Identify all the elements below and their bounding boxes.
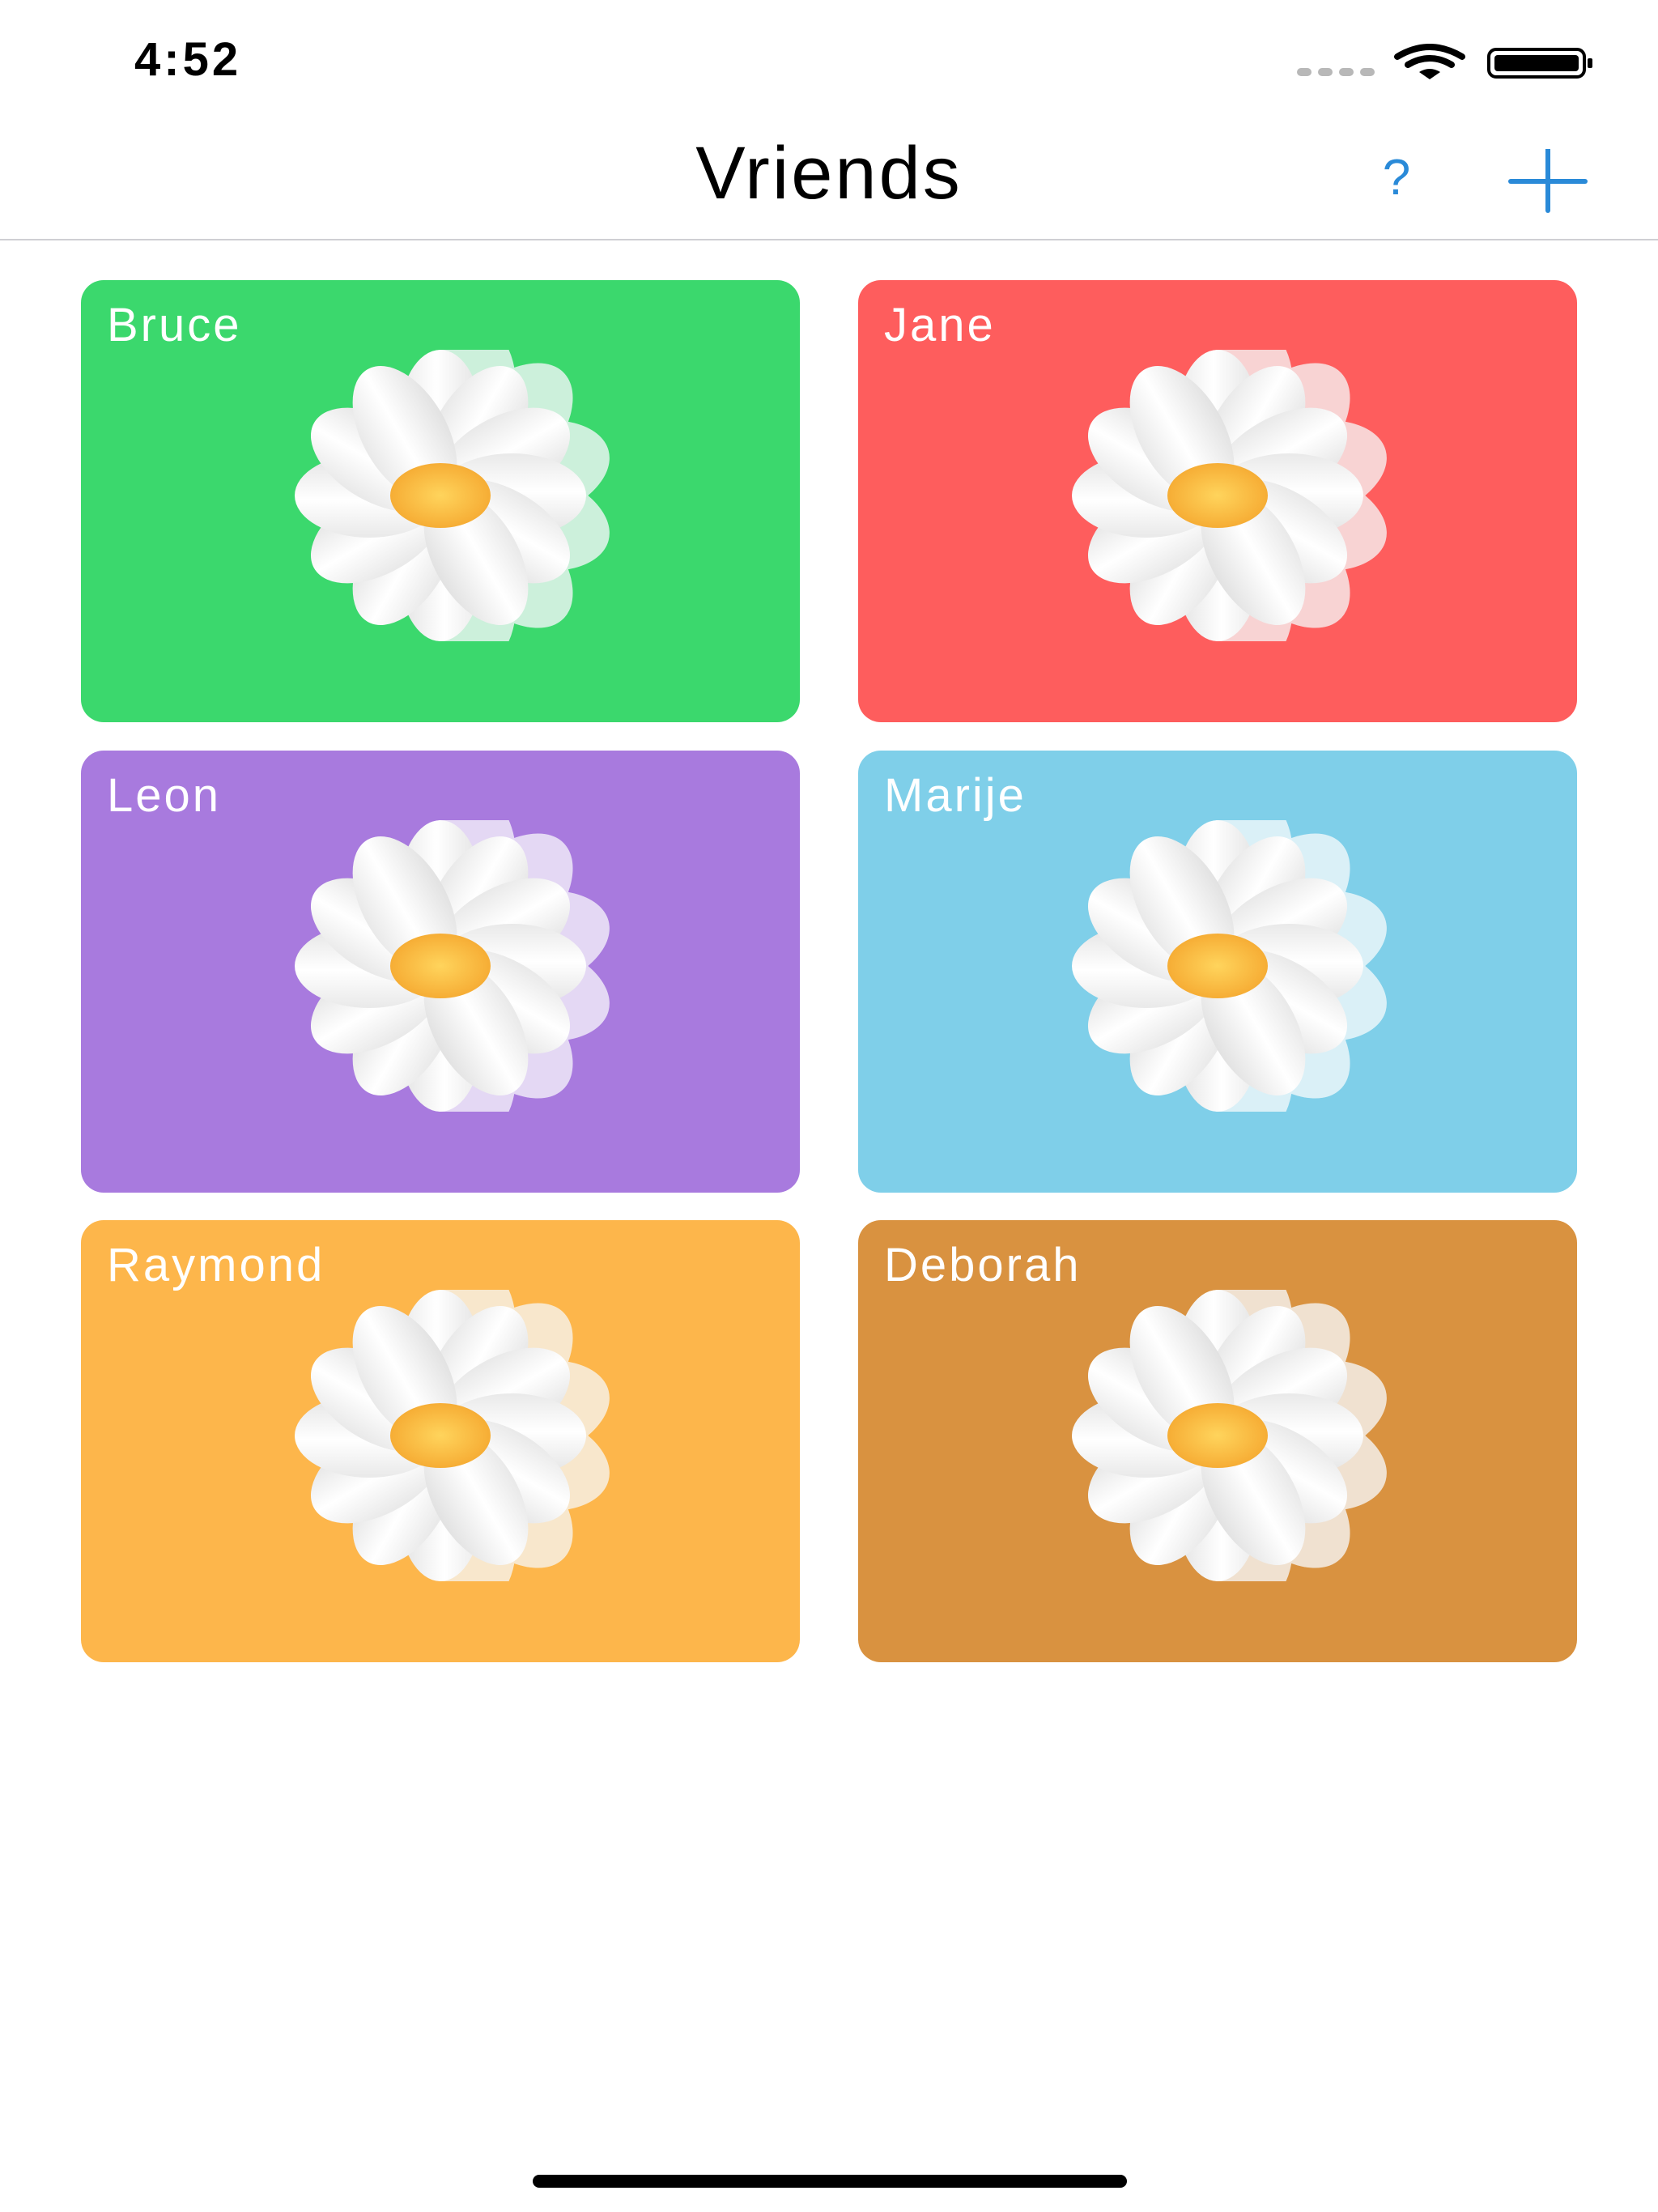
- daisy-icon: [1072, 350, 1387, 641]
- friend-card[interactable]: Marije: [858, 751, 1577, 1193]
- daisy-center: [390, 934, 491, 998]
- navigation-bar: Vriends ?: [0, 113, 1658, 240]
- friend-card[interactable]: Raymond: [81, 1220, 800, 1662]
- daisy-center: [1167, 1403, 1268, 1468]
- friend-card[interactable]: Bruce: [81, 280, 800, 722]
- help-button[interactable]: ?: [1368, 146, 1425, 211]
- daisy-icon: [295, 1290, 610, 1581]
- plus-icon: [1508, 149, 1588, 213]
- home-indicator: [533, 2175, 1127, 2188]
- friend-name: Raymond: [107, 1239, 325, 1291]
- wifi-icon: [1394, 44, 1465, 79]
- daisy-icon: [295, 820, 610, 1112]
- daisy-center: [390, 1403, 491, 1468]
- status-bar: 4:52: [0, 0, 1658, 113]
- daisy-center: [1167, 934, 1268, 998]
- battery-icon: [1487, 48, 1592, 79]
- add-button[interactable]: [1507, 149, 1588, 214]
- friend-card[interactable]: Leon: [81, 751, 800, 1193]
- friend-name: Leon: [107, 769, 222, 822]
- daisy-icon: [1072, 1290, 1387, 1581]
- daisy-icon: [295, 350, 610, 641]
- friend-name: Bruce: [107, 299, 242, 351]
- daisy-center: [390, 463, 491, 528]
- friend-name: Marije: [884, 769, 1027, 822]
- status-time: 4:52: [134, 33, 242, 86]
- friend-card[interactable]: Jane: [858, 280, 1577, 722]
- cellular-dots-icon: [1297, 68, 1375, 76]
- daisy-center: [1167, 463, 1268, 528]
- friend-name: Deborah: [884, 1239, 1082, 1291]
- daisy-icon: [1072, 820, 1387, 1112]
- friend-name: Jane: [884, 299, 996, 351]
- friend-card[interactable]: Deborah: [858, 1220, 1577, 1662]
